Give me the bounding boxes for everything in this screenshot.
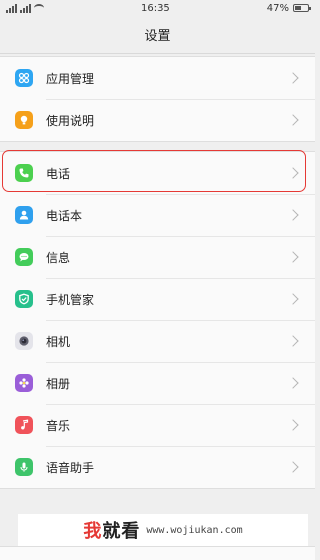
watermark-logo-a: 我 xyxy=(83,521,103,542)
messages-icon xyxy=(15,248,33,266)
settings-item-voice-assistant[interactable]: 语音助手 xyxy=(0,446,315,488)
settings-item-gallery[interactable]: 相册 xyxy=(0,362,315,404)
status-bar: 16:35 47% xyxy=(0,0,315,16)
chevron-right-icon xyxy=(287,167,299,179)
settings-group-general: 应用管理 使用说明 xyxy=(0,56,315,142)
settings-item-label: 相机 xyxy=(46,334,71,349)
settings-item-label: 音乐 xyxy=(46,418,71,433)
gallery-icon xyxy=(15,374,33,392)
settings-item-label: 电话 xyxy=(46,166,71,181)
settings-item-label: 相册 xyxy=(46,376,71,391)
settings-item-phone-manager[interactable]: 手机管家 xyxy=(0,278,315,320)
camera-icon xyxy=(15,332,33,350)
chevron-right-icon xyxy=(287,209,299,221)
signal-indicators xyxy=(6,3,44,13)
settings-item-label: 语音助手 xyxy=(46,460,95,475)
phone-icon xyxy=(15,164,33,182)
settings-item-label: 应用管理 xyxy=(46,71,95,86)
settings-item-messages[interactable]: 信息 xyxy=(0,236,315,278)
contacts-icon xyxy=(15,206,33,224)
settings-item-music[interactable]: 音乐 xyxy=(0,404,315,446)
settings-item-label: 手机管家 xyxy=(46,292,95,307)
settings-item-label: 电话本 xyxy=(46,208,83,223)
voice-assistant-icon xyxy=(15,458,33,476)
chevron-right-icon xyxy=(287,114,299,126)
settings-item-phone[interactable]: 电话 xyxy=(0,152,315,194)
battery-icon xyxy=(293,4,311,12)
settings-item-app-management[interactable]: 应用管理 xyxy=(0,57,315,99)
watermark-url: www.wojiukan.com xyxy=(146,524,243,536)
battery-percent: 47% xyxy=(266,2,289,14)
page-title: 设置 xyxy=(144,29,171,44)
wifi-icon xyxy=(34,4,44,12)
chevron-right-icon xyxy=(287,419,299,431)
settings-item-label: 信息 xyxy=(46,250,71,265)
watermark-logo: 我就看 xyxy=(83,517,140,543)
watermark-logo-b: 就看 xyxy=(102,521,141,542)
chevron-right-icon xyxy=(287,335,299,347)
settings-item-instructions[interactable]: 使用说明 xyxy=(0,99,315,141)
app-management-icon xyxy=(15,69,33,87)
phone-manager-icon xyxy=(15,290,33,308)
chevron-right-icon xyxy=(287,377,299,389)
partial-settings-row xyxy=(0,546,315,560)
watermark-banner: 我就看 www.wojiukan.com xyxy=(18,514,308,546)
settings-item-contacts[interactable]: 电话本 xyxy=(0,194,315,236)
signal-2-icon xyxy=(20,3,31,13)
chevron-right-icon xyxy=(287,293,299,305)
status-time: 16:35 xyxy=(140,2,170,14)
settings-item-label: 使用说明 xyxy=(46,113,95,128)
instructions-icon xyxy=(15,111,33,129)
chevron-right-icon xyxy=(287,251,299,263)
settings-item-camera[interactable]: 相机 xyxy=(0,320,315,362)
settings-group-apps: 电话 电话本 信息 手机管家 相机 相册 音乐 语音助手 xyxy=(0,151,315,489)
chevron-right-icon xyxy=(287,72,299,84)
music-icon xyxy=(15,416,33,434)
chevron-right-icon xyxy=(287,461,299,473)
page-title-bar: 设置 xyxy=(0,16,315,54)
signal-icon xyxy=(6,3,17,13)
